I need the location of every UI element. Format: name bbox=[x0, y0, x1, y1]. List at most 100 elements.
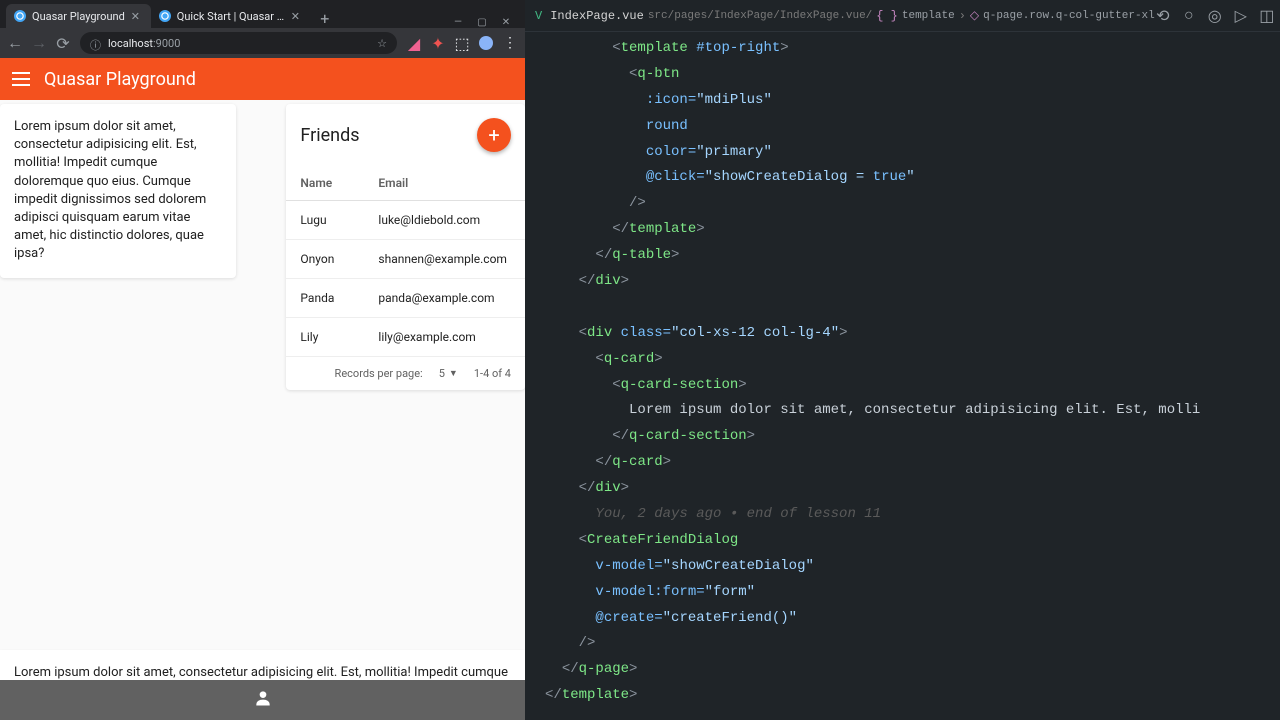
code-line: :icon="mdiPlus" bbox=[545, 88, 1280, 114]
friends-table: Name Email Lugu luke@ldiebold.com Onyon … bbox=[286, 166, 525, 390]
code-line: /> bbox=[545, 631, 1280, 657]
table-row[interactable]: Lugu luke@ldiebold.com bbox=[286, 201, 525, 240]
code-line: round bbox=[545, 114, 1280, 140]
cell-name: Panda bbox=[300, 291, 378, 305]
new-tab-button[interactable]: + bbox=[315, 8, 335, 28]
tab-bar: Quasar Playground ✕ Quick Start | Quasar… bbox=[0, 0, 525, 28]
quasar-icon bbox=[159, 10, 171, 22]
tab-title: Quick Start | Quasar Fra bbox=[177, 10, 285, 23]
browser-tab[interactable]: Quick Start | Quasar Fra ✕ bbox=[151, 4, 311, 28]
extension-icons: ◢ ✦ ⬚ ⋮ bbox=[407, 36, 517, 50]
code-line: </div> bbox=[545, 476, 1280, 502]
table-row[interactable]: Lily lily@example.com bbox=[286, 318, 525, 357]
per-page-select[interactable]: 5 ▼ bbox=[439, 367, 458, 380]
maximize-icon[interactable]: ▢ bbox=[477, 17, 487, 28]
back-button[interactable]: ← bbox=[8, 36, 22, 50]
code-line: v-model:form="form" bbox=[545, 580, 1280, 606]
breadcrumb-selector: q-page.row.q-col-gutter-xl bbox=[983, 10, 1155, 22]
table-header: Name Email bbox=[286, 166, 525, 201]
lorem-card-bottom: Lorem ipsum dolor sit amet, consectetur … bbox=[0, 650, 525, 680]
table-row[interactable]: Panda panda@example.com bbox=[286, 279, 525, 318]
code-line: <CreateFriendDialog bbox=[545, 528, 1280, 554]
timeline-icon[interactable]: ⟲ bbox=[1155, 8, 1171, 24]
code-line: v-model="showCreateDialog" bbox=[545, 554, 1280, 580]
tab-title: Quasar Playground bbox=[32, 10, 125, 23]
friends-title: Friends bbox=[300, 125, 359, 146]
menu-icon[interactable]: ⋮ bbox=[503, 36, 517, 50]
code-area[interactable]: <template #top-right> <q-btn :icon="mdiP… bbox=[525, 32, 1280, 720]
cell-name: Lugu bbox=[300, 213, 378, 227]
code-line bbox=[545, 295, 1280, 321]
cards-row: Lorem ipsum dolor sit amet, consectetur … bbox=[0, 104, 525, 390]
minimize-icon[interactable]: — bbox=[453, 17, 463, 28]
chevron-down-icon: ▼ bbox=[449, 368, 458, 379]
close-icon[interactable]: ✕ bbox=[131, 10, 143, 22]
code-line: </q-table> bbox=[545, 243, 1280, 269]
editor-toolbar: V IndexPage.vue src/pages/IndexPage/Inde… bbox=[525, 0, 1280, 32]
column-name[interactable]: Name bbox=[300, 176, 378, 190]
friends-card: Friends + Name Email Lugu luke@ldiebold.… bbox=[286, 104, 525, 390]
page-title: Quasar Playground bbox=[44, 69, 196, 90]
braces-icon: { } bbox=[876, 9, 898, 23]
extension-icon[interactable]: ◢ bbox=[407, 36, 421, 50]
browser-window: Quasar Playground ✕ Quick Start | Quasar… bbox=[0, 0, 525, 720]
chevron-right-icon: › bbox=[959, 9, 966, 23]
table-footer: Records per page: 5 ▼ 1-4 of 4 bbox=[286, 357, 525, 390]
split-icon[interactable]: ◫ bbox=[1259, 8, 1275, 24]
window-controls: — ▢ ✕ bbox=[453, 17, 519, 28]
code-line: /> bbox=[545, 191, 1280, 217]
browser-tab-active[interactable]: Quasar Playground ✕ bbox=[6, 4, 151, 28]
code-line: Lorem ipsum dolor sit amet, consectetur … bbox=[545, 398, 1280, 424]
extension-icon[interactable]: ✦ bbox=[431, 36, 445, 50]
vue-icon: V bbox=[535, 9, 542, 23]
breadcrumb[interactable]: IndexPage.vue src/pages/IndexPage/IndexP… bbox=[550, 8, 1155, 23]
add-friend-button[interactable]: + bbox=[477, 118, 511, 152]
code-line: <q-card-section> bbox=[545, 373, 1280, 399]
cell-email: shannen@example.com bbox=[378, 252, 511, 266]
url-text: localhost:9000 bbox=[108, 37, 371, 50]
code-line: </div> bbox=[545, 269, 1280, 295]
circle-icon[interactable]: ○ bbox=[1181, 8, 1197, 24]
breadcrumb-item: template bbox=[902, 10, 955, 22]
info-icon: ⓘ bbox=[90, 37, 102, 49]
bottom-bar bbox=[0, 680, 525, 720]
code-editor: V IndexPage.vue src/pages/IndexPage/Inde… bbox=[525, 0, 1280, 720]
app-viewport: Quasar Playground Lorem ipsum dolor sit … bbox=[0, 58, 525, 720]
url-input[interactable]: ⓘ localhost:9000 ☆ bbox=[80, 32, 397, 54]
close-window-icon[interactable]: ✕ bbox=[501, 17, 511, 28]
target-icon[interactable]: ◎ bbox=[1207, 8, 1223, 24]
code-line: <q-btn bbox=[545, 62, 1280, 88]
lorem-card: Lorem ipsum dolor sit amet, consectetur … bbox=[0, 104, 236, 278]
braces-icon: ◇ bbox=[970, 8, 979, 23]
code-line: @click="showCreateDialog = true" bbox=[545, 165, 1280, 191]
pagination-range: 1-4 of 4 bbox=[474, 367, 511, 380]
quasar-icon bbox=[14, 10, 26, 22]
cell-email: lily@example.com bbox=[378, 330, 511, 344]
close-icon[interactable]: ✕ bbox=[291, 10, 303, 22]
hamburger-icon[interactable] bbox=[12, 72, 30, 86]
cell-name: Lily bbox=[300, 330, 378, 344]
code-line: </q-page> bbox=[545, 657, 1280, 683]
person-icon[interactable] bbox=[253, 688, 273, 712]
code-line: </template> bbox=[545, 217, 1280, 243]
per-page-label: Records per page: bbox=[335, 367, 423, 380]
run-icon[interactable]: ▷ bbox=[1233, 8, 1249, 24]
page-body[interactable]: Lorem ipsum dolor sit amet, consectetur … bbox=[0, 100, 525, 680]
extensions-button[interactable]: ⬚ bbox=[455, 36, 469, 50]
breadcrumb-path: src/pages/IndexPage/IndexPage.vue/ bbox=[648, 10, 872, 22]
reload-button[interactable]: ⟳ bbox=[56, 36, 70, 50]
forward-button[interactable]: → bbox=[32, 36, 46, 50]
code-line: </q-card-section> bbox=[545, 424, 1280, 450]
cell-email: panda@example.com bbox=[378, 291, 511, 305]
bookmark-icon[interactable]: ☆ bbox=[377, 37, 387, 50]
cell-name: Onyon bbox=[300, 252, 378, 266]
code-line: </template> bbox=[545, 683, 1280, 709]
code-line: You, 2 days ago • end of lesson 11 bbox=[545, 502, 1280, 528]
friends-header: Friends + bbox=[286, 104, 525, 166]
profile-avatar[interactable] bbox=[479, 36, 493, 50]
column-email[interactable]: Email bbox=[378, 176, 511, 190]
code-line: color="primary" bbox=[545, 140, 1280, 166]
table-row[interactable]: Onyon shannen@example.com bbox=[286, 240, 525, 279]
breadcrumb-file: IndexPage.vue bbox=[550, 9, 644, 23]
code-line: @create="createFriend()" bbox=[545, 606, 1280, 632]
